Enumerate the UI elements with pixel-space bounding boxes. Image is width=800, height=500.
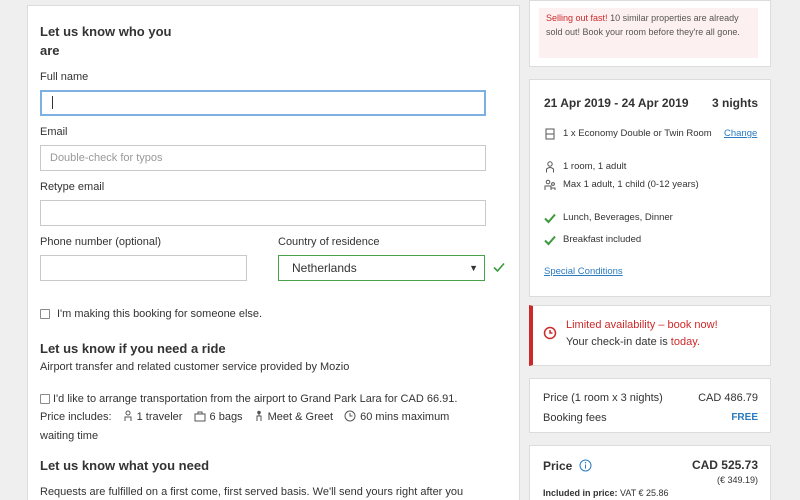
include-meet-greet: Meet & Greet: [267, 411, 334, 423]
ride-checkbox-label: I'd like to arrange transportation from …: [53, 393, 458, 405]
needs-heading: Let us know what you need: [40, 458, 210, 473]
include-waiting: 60 mins maximum: [360, 411, 450, 423]
fees-label: Booking fees: [543, 412, 607, 424]
total-price-card: Price CAD 525.73 (€ 349.19) Included in …: [529, 445, 771, 500]
meals-text: Lunch, Beverages, Dinner: [563, 212, 673, 223]
stay-nights: 3 nights: [711, 96, 758, 110]
limited-title: Limited availability – book now!: [566, 319, 718, 331]
total-value: CAD 525.73: [691, 458, 758, 472]
traveler-icon: [124, 410, 132, 421]
dropdown-arrow-icon: ▼: [469, 263, 478, 273]
family-icon: [544, 179, 556, 190]
meet-greet-icon: [256, 410, 262, 421]
room-type-row: 1 x Economy Double or Twin Room Change: [544, 127, 764, 155]
valid-check-icon: [493, 262, 505, 273]
occupancy-row: Max 1 adult, 1 child (0-12 years): [544, 178, 764, 206]
booking-page: Let us know who you are Full name Email …: [0, 0, 800, 500]
included-label: Included in price:: [543, 488, 618, 498]
special-conditions-link[interactable]: Special Conditions: [544, 265, 764, 279]
limited-text: Your check-in date is today.: [566, 336, 700, 348]
email-label: Email: [40, 126, 68, 138]
ride-heading: Let us know if you need a ride: [40, 341, 226, 356]
someone-else-checkbox[interactable]: [40, 309, 50, 319]
fees-value: FREE: [731, 412, 758, 423]
retype-email-label: Retype email: [40, 181, 105, 193]
person-icon: [546, 161, 554, 173]
country-select[interactable]: Netherlands ▼: [278, 255, 485, 281]
check-icon: [544, 235, 556, 246]
selling-out-title: Selling out fast!: [546, 13, 608, 23]
total-label: Price: [543, 459, 573, 473]
waiting-time-text: waiting time: [40, 430, 99, 442]
breakfast-text: Breakfast included: [563, 234, 642, 245]
clock-icon: [344, 410, 356, 422]
room-type: 1 x Economy Double or Twin Room: [563, 128, 712, 139]
bags-icon: [194, 411, 206, 422]
ride-checkbox[interactable]: [40, 394, 50, 404]
included-value: VAT € 25.86: [620, 488, 669, 498]
info-icon[interactable]: [579, 459, 592, 472]
ride-subtitle: Airport transfer and related customer se…: [40, 361, 350, 373]
price-label: Price (1 room x 3 nights): [543, 392, 663, 404]
stay-summary-card: 21 Apr 2019 - 24 Apr 2019 3 nights 1 x E…: [529, 79, 771, 297]
guest-details-form: Let us know who you are Full name Email …: [27, 5, 520, 500]
phone-input[interactable]: [40, 255, 247, 281]
change-link[interactable]: Change: [724, 127, 757, 141]
include-traveler: 1 traveler: [136, 411, 183, 423]
included-row: Included in price: VAT € 25.86: [543, 488, 669, 498]
rooms-text: 1 room, 1 adult: [563, 161, 627, 172]
price-value: CAD 486.79: [698, 392, 758, 404]
limited-availability-card: Limited availability – book now! Your ch…: [529, 305, 771, 366]
text-caret: [52, 96, 53, 109]
price-includes-row: Price includes: 1 traveler 6 bags Meet &…: [40, 408, 449, 427]
needs-text: Requests are fulfilled on a first come, …: [40, 486, 464, 498]
stay-dates: 21 Apr 2019 - 24 Apr 2019: [544, 96, 689, 110]
retype-email-input[interactable]: [40, 200, 486, 226]
full-name-input[interactable]: [40, 90, 486, 116]
door-icon: [545, 128, 555, 140]
email-input[interactable]: Double-check for typos: [40, 145, 486, 171]
total-sub: (€ 349.19): [716, 475, 758, 485]
occupancy-text: Max 1 adult, 1 child (0-12 years): [563, 179, 699, 190]
selling-out-alert: Selling out fast! 10 similar properties …: [539, 8, 758, 58]
clock-alert-icon: [543, 326, 557, 340]
check-icon: [544, 213, 556, 224]
country-label: Country of residence: [278, 236, 380, 248]
price-includes-label: Price includes:: [40, 411, 112, 423]
limited-text-today: today.: [670, 336, 700, 348]
full-name-label: Full name: [40, 71, 89, 83]
someone-else-label: I'm making this booking for someone else…: [57, 308, 263, 320]
phone-label: Phone number (optional): [40, 236, 162, 248]
include-bags: 6 bags: [209, 411, 243, 423]
country-value: Netherlands: [292, 261, 357, 275]
limited-text-pre: Your check-in date is: [566, 336, 668, 348]
price-breakdown-card: Price (1 room x 3 nights) CAD 486.79 Boo…: [529, 378, 771, 433]
who-heading: Let us know who you are: [40, 24, 172, 58]
